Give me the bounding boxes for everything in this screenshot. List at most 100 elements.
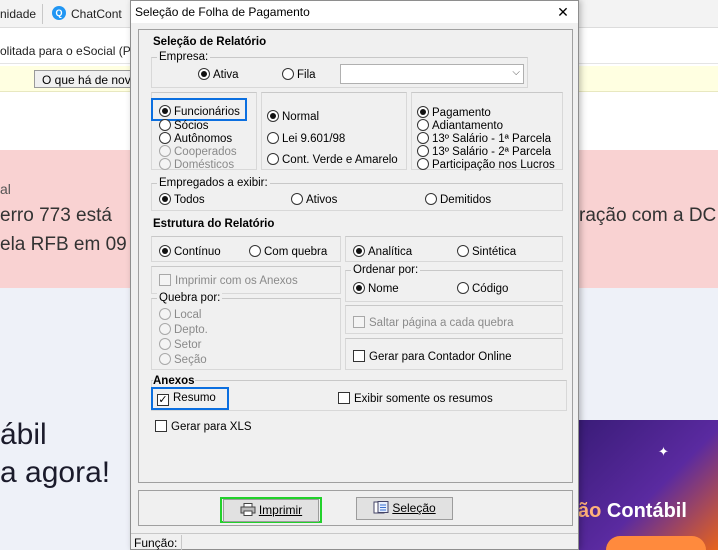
continuo-radio[interactable]: Contínuo (159, 245, 221, 259)
empregados-label: Empregados a exibir: (157, 177, 270, 189)
checkbox-box (338, 392, 350, 404)
promo-banner[interactable]: ✦ ão Contábil (578, 420, 718, 550)
tipo-funcionarios-radio[interactable]: Funcionários (159, 105, 240, 119)
section-anexos-title: Anexos (153, 375, 195, 387)
participacao-radio[interactable]: Participação nos Lucros (417, 158, 555, 172)
adiantamento-label: Adiantamento (432, 120, 503, 132)
radio-circle (417, 119, 429, 131)
alert-text-line1: erro 773 está (0, 205, 112, 226)
lei-cont-verde-label: Cont. Verde e Amarelo (282, 154, 398, 166)
ordenar-nome-label: Nome (368, 283, 399, 295)
gerar-contador-label: Gerar para Contador Online (369, 351, 512, 363)
dialog-title-bar[interactable]: Seleção de Folha de Pagamento ✕ (131, 1, 578, 23)
empregados-todos-radio[interactable]: Todos (159, 193, 205, 207)
empresa-combo[interactable]: ⌵ (340, 64, 524, 84)
tipo-domesticos-radio: Domésticos (159, 158, 234, 172)
lei-normal-radio[interactable]: Normal (267, 110, 319, 124)
radio-circle (457, 245, 469, 257)
quebra-setor-radio: Setor (159, 338, 202, 352)
alert-label: al (0, 181, 11, 197)
radio-circle (159, 353, 171, 365)
ordenar-nome-radio[interactable]: Nome (353, 282, 399, 296)
exibir-resumos-checkbox[interactable]: Exibir somente os resumos (338, 392, 493, 406)
folha-pagamento-dialog: Seleção de Folha de Pagamento ✕ Seleção … (130, 0, 579, 550)
com-quebra-radio[interactable]: Com quebra (249, 245, 327, 259)
promo-graphic (606, 536, 706, 550)
empresa-ativa-label: Ativa (213, 69, 239, 81)
radio-circle (457, 282, 469, 294)
empresa-ativa-radio[interactable]: Ativa (198, 68, 239, 82)
quebra-local-label: Local (174, 309, 202, 321)
radio-circle (353, 245, 365, 257)
gerar-xls-checkbox[interactable]: Gerar para XLS (155, 420, 252, 434)
participacao-label: Participação nos Lucros (432, 159, 555, 171)
browser-tab[interactable]: olitada para o eSocial (Pro (0, 44, 141, 58)
radio-circle (417, 158, 429, 170)
hero-title-line2: a agora! (0, 456, 111, 489)
gerar-xls-label: Gerar para XLS (171, 421, 252, 433)
alert-text-line2: ela RFB em 09 (0, 234, 127, 255)
empresa-label: Empresa: (157, 51, 211, 63)
decimo-primeira-label: 13º Salário - 1ª Parcela (432, 133, 552, 145)
radio-circle (159, 245, 171, 257)
imprimir-label: Imprimir (258, 503, 303, 517)
analitica-radio[interactable]: Analítica (353, 245, 412, 259)
resumo-checkbox[interactable]: ✓ Resumo (157, 392, 216, 406)
tipo-autonomos-radio[interactable]: Autônomos (159, 132, 232, 146)
tipo-socios-label: Sócios (174, 120, 209, 132)
quebra-secao-radio: Seção (159, 353, 207, 367)
selecao-label: Seleção (392, 501, 436, 515)
radio-circle (417, 145, 429, 157)
ordenar-codigo-radio[interactable]: Código (457, 282, 508, 296)
gerar-contador-checkbox[interactable]: Gerar para Contador Online (353, 350, 512, 364)
pagamento-radio[interactable]: Pagamento (417, 106, 491, 120)
chatcont-bookmark[interactable]: ChatCont (71, 7, 122, 21)
empregados-demitidos-radio[interactable]: Demitidos (425, 193, 491, 207)
radio-circle (282, 68, 294, 80)
empregados-todos-label: Todos (174, 194, 205, 206)
checkbox-box (155, 420, 167, 432)
close-icon[interactable]: ✕ (548, 1, 578, 23)
checkmark-icon: ✓ (157, 394, 169, 406)
radio-circle (267, 110, 279, 122)
resumo-label: Resumo (173, 392, 216, 404)
empresa-fila-radio[interactable]: Fila (282, 68, 316, 82)
chevron-down-icon[interactable]: ⌵ (512, 67, 520, 78)
printer-icon (240, 502, 256, 516)
radio-circle (159, 119, 171, 131)
lei-cont-verde-radio[interactable]: Cont. Verde e Amarelo (267, 153, 398, 167)
sintetica-radio[interactable]: Sintética (457, 245, 516, 259)
radio-circle (267, 132, 279, 144)
continuo-label: Contínuo (174, 246, 221, 258)
tipo-socios-radio[interactable]: Sócios (159, 119, 209, 133)
adiantamento-radio[interactable]: Adiantamento (417, 119, 503, 133)
section-report-title: Seleção de Relatório (153, 36, 267, 48)
quebra-secao-label: Seção (174, 354, 207, 366)
radio-circle (159, 158, 171, 170)
saltar-pagina-checkbox: Saltar página a cada quebra (353, 316, 514, 330)
selecao-button[interactable]: Seleção (356, 497, 453, 520)
lei-9601-label: Lei 9.601/98 (282, 133, 346, 145)
decimo-segunda-radio[interactable]: 13º Salário - 2ª Parcela (417, 145, 551, 159)
empregados-ativos-radio[interactable]: Ativos (291, 193, 337, 207)
analitica-label: Analítica (368, 246, 413, 258)
tipo-autonomos-label: Autônomos (174, 133, 233, 145)
tipo-cooperados-label: Cooperados (174, 146, 237, 158)
checkbox-box (353, 350, 365, 362)
checkbox-box (353, 316, 365, 328)
promo-text-b: Contábil (606, 500, 687, 522)
radio-circle (159, 145, 171, 157)
quebra-depto-label: Depto. (174, 324, 208, 336)
imprimir-button[interactable]: Imprimir (223, 499, 319, 522)
empregados-demitidos-label: Demitidos (440, 194, 492, 206)
sintetica-label: Sintética (472, 246, 517, 258)
decimo-primeira-radio[interactable]: 13º Salário - 1ª Parcela (417, 132, 551, 146)
quebra-label: Quebra por: (157, 292, 223, 304)
tipo-domesticos-label: Domésticos (174, 159, 235, 171)
radio-circle (291, 193, 303, 205)
promo-text: ão Contábil (578, 500, 718, 523)
whats-new-button[interactable]: O que há de novo (34, 70, 146, 88)
lei-9601-radio[interactable]: Lei 9.601/98 (267, 132, 345, 146)
bookmark-tab[interactable]: nidade (0, 7, 36, 21)
quebra-local-radio: Local (159, 308, 202, 322)
